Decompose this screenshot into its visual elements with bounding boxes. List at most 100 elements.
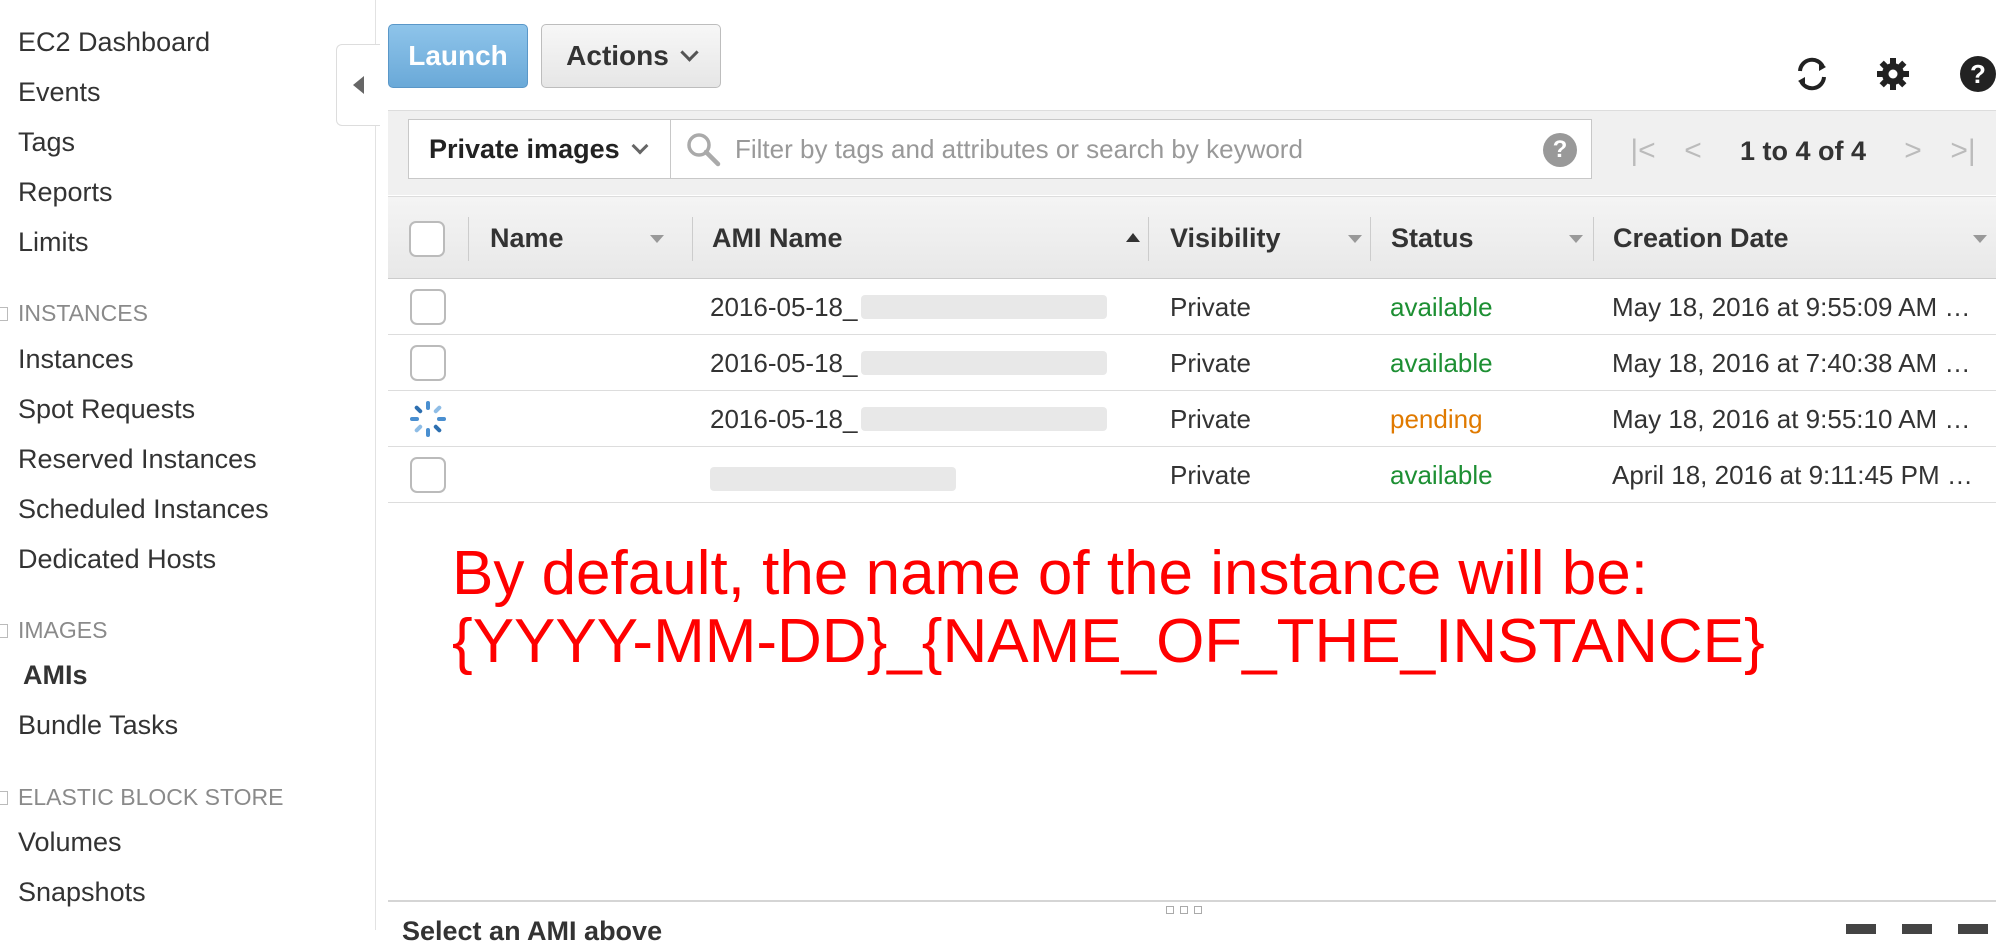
resize-handle[interactable] xyxy=(1166,906,1202,914)
sidebar-section-elastic-block-store[interactable]: ELASTIC BLOCK STORE xyxy=(0,784,283,811)
image-type-label: Private images xyxy=(429,133,620,164)
table-row[interactable]: 2016-05-18_ Private pending May 18, 2016… xyxy=(388,391,1996,447)
annotation-line-1: By default, the name of the instance wil… xyxy=(452,539,1648,608)
visibility-cell: Private xyxy=(1170,347,1251,378)
ami-name-cell: 2016-05-18_ xyxy=(710,403,858,434)
column-header-name[interactable]: Name xyxy=(490,197,670,280)
creation-date-cell: May 18, 2016 at 7:40:38 AM … xyxy=(1612,347,1971,378)
table-header: Name AMI Name Visibility Status Creation… xyxy=(388,196,1996,279)
image-type-select[interactable]: Private images xyxy=(408,119,671,179)
creation-date-cell: April 18, 2016 at 9:11:45 PM … xyxy=(1612,459,1973,490)
sidebar-item-volumes[interactable]: Volumes xyxy=(18,827,122,858)
row-checkbox[interactable] xyxy=(410,345,446,381)
column-label: Name xyxy=(490,223,564,253)
column-separator xyxy=(1148,217,1149,261)
table-row[interactable]: 2016-05-18_ Private available May 18, 20… xyxy=(388,279,1996,335)
section-title: IMAGES xyxy=(18,617,108,643)
row-checkbox-cell xyxy=(410,447,446,503)
table-row[interactable]: 2016-05-18_ Private available May 18, 20… xyxy=(388,335,1996,391)
ami-name-cell: 2016-05-18_ xyxy=(710,291,858,322)
search-icon xyxy=(685,131,721,167)
chevron-down-icon xyxy=(631,137,649,155)
pagination: |< < 1 to 4 of 4 > >| xyxy=(1618,131,1988,171)
table-row[interactable]: Private available April 18, 2016 at 9:11… xyxy=(388,447,1996,503)
sidebar-item-reserved-instances[interactable]: Reserved Instances xyxy=(18,444,257,475)
column-header-ami-name[interactable]: AMI Name xyxy=(712,197,1152,280)
redacted-text xyxy=(861,295,1107,319)
column-separator xyxy=(692,217,693,261)
first-page-icon[interactable]: |< xyxy=(1618,134,1668,168)
pane-layout-icon[interactable] xyxy=(1958,924,1988,934)
sidebar-item-snapshots[interactable]: Snapshots xyxy=(18,877,146,908)
redacted-text xyxy=(861,351,1107,375)
sidebar-item-limits[interactable]: Limits xyxy=(18,227,89,258)
sidebar-item-bundle-tasks[interactable]: Bundle Tasks xyxy=(18,710,178,741)
last-page-icon[interactable]: >| xyxy=(1938,134,1988,168)
status-cell: available xyxy=(1390,347,1493,378)
column-separator xyxy=(1370,217,1371,261)
status-cell: available xyxy=(1390,291,1493,322)
row-checkbox-cell xyxy=(410,335,446,391)
sort-caret-icon xyxy=(1569,235,1583,243)
previous-page-icon[interactable]: < xyxy=(1668,134,1718,168)
actions-button[interactable]: Actions xyxy=(541,24,721,88)
creation-date-cell: May 18, 2016 at 9:55:09 AM … xyxy=(1612,291,1971,322)
visibility-cell: Private xyxy=(1170,291,1251,322)
select-all-checkbox-cell xyxy=(409,197,445,280)
sidebar-item-tags[interactable]: Tags xyxy=(18,127,75,158)
next-page-icon[interactable]: > xyxy=(1888,134,1938,168)
annotation-line-2: {YYYY-MM-DD}_{NAME_OF_THE_INSTANCE} xyxy=(452,607,1765,676)
sort-caret-icon xyxy=(1348,235,1362,243)
triangle-left-icon xyxy=(353,76,364,94)
sort-caret-icon xyxy=(650,235,664,243)
column-label: AMI Name xyxy=(712,223,843,253)
collapse-icon xyxy=(0,790,8,805)
status-cell: available xyxy=(1390,459,1493,490)
sidebar-item-instances[interactable]: Instances xyxy=(18,344,134,375)
sidebar-item-events[interactable]: Events xyxy=(18,77,101,108)
sidebar-item-ec2-dashboard[interactable]: EC2 Dashboard xyxy=(18,27,210,58)
column-label: Visibility xyxy=(1170,223,1281,253)
annotation-text: By default, the name of the instance wil… xyxy=(452,540,1765,676)
search-box[interactable]: ? xyxy=(670,119,1592,179)
pane-layout-icon[interactable] xyxy=(1846,924,1876,934)
pane-divider xyxy=(388,900,1996,902)
redacted-text xyxy=(710,467,956,491)
row-checkbox[interactable] xyxy=(410,457,446,493)
filter-bar: Private images ? |< < 1 to 4 of 4 > >| xyxy=(388,110,1996,195)
row-checkbox[interactable] xyxy=(410,289,446,325)
column-header-visibility[interactable]: Visibility xyxy=(1170,197,1370,280)
pager-text: 1 to 4 of 4 xyxy=(1740,135,1867,166)
sort-ascending-icon xyxy=(1126,233,1140,242)
sidebar-item-dedicated-hosts[interactable]: Dedicated Hosts xyxy=(18,544,216,575)
column-label: Status xyxy=(1391,223,1474,253)
sidebar-item-scheduled-instances[interactable]: Scheduled Instances xyxy=(18,494,269,525)
help-icon[interactable]: ? xyxy=(1958,54,1998,94)
sidebar-item-spot-requests[interactable]: Spot Requests xyxy=(18,394,195,425)
row-checkbox-cell xyxy=(410,279,446,335)
visibility-cell: Private xyxy=(1170,403,1251,434)
gear-icon[interactable] xyxy=(1873,54,1913,94)
sidebar-section-images[interactable]: IMAGES xyxy=(0,617,107,644)
sidebar-item-amis[interactable]: AMIs xyxy=(23,660,88,691)
row-spinner-cell xyxy=(408,391,448,447)
launch-button[interactable]: Launch xyxy=(388,24,528,88)
search-help-icon[interactable]: ? xyxy=(1543,133,1577,167)
select-all-checkbox[interactable] xyxy=(409,220,445,257)
column-separator xyxy=(468,217,469,261)
column-header-creation-date[interactable]: Creation Date xyxy=(1613,197,1993,280)
pane-layout-icon[interactable] xyxy=(1902,924,1932,934)
visibility-cell: Private xyxy=(1170,459,1251,490)
creation-date-cell: May 18, 2016 at 9:55:10 AM … xyxy=(1612,403,1971,434)
sidebar: EC2 Dashboard Events Tags Reports Limits… xyxy=(0,0,376,930)
svg-text:?: ? xyxy=(1970,59,1986,89)
ami-name-cell: 2016-05-18_ xyxy=(710,347,858,378)
sidebar-collapse-button[interactable] xyxy=(336,44,380,126)
sidebar-section-instances[interactable]: INSTANCES xyxy=(0,300,148,327)
column-header-status[interactable]: Status xyxy=(1391,197,1591,280)
sidebar-item-reports[interactable]: Reports xyxy=(18,177,113,208)
pane-layout-controls xyxy=(1846,924,1988,934)
refresh-icon[interactable] xyxy=(1792,54,1832,94)
loading-spinner-icon xyxy=(410,401,446,437)
search-input[interactable] xyxy=(733,132,1537,166)
